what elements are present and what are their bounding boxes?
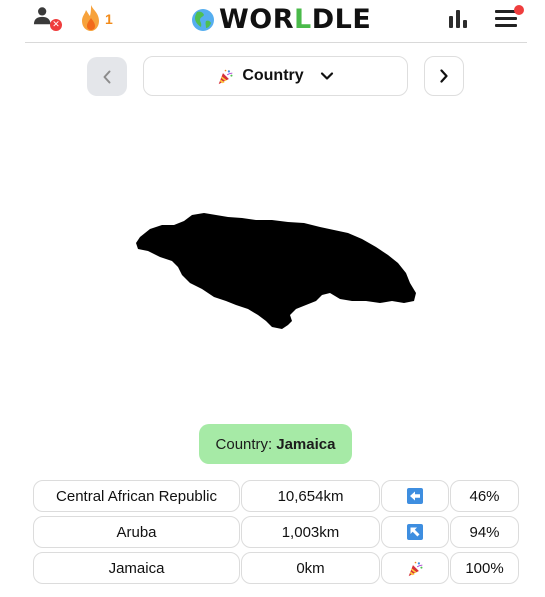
signed-out-badge-icon: ✕ <box>50 19 62 31</box>
guess-direction <box>381 480 449 512</box>
left-arrow-icon <box>407 488 423 504</box>
guess-country: Aruba <box>33 516 240 548</box>
guess-country: Central African Republic <box>33 480 240 512</box>
chevron-right-icon <box>440 69 448 83</box>
answer-reveal: Country: Jamaica <box>199 424 352 464</box>
up-left-arrow-icon <box>407 524 423 540</box>
globe-icon <box>192 8 214 31</box>
chevron-left-icon <box>103 70 111 83</box>
chevron-down-icon <box>320 72 333 80</box>
guess-distance: 10,654km <box>241 480 380 512</box>
previous-mode-button[interactable] <box>87 57 127 96</box>
guess-row: Jamaica 0km 100% <box>33 552 519 584</box>
answer-country: Jamaica <box>276 435 336 453</box>
hamburger-menu-icon[interactable] <box>495 5 524 28</box>
guess-direction <box>381 552 449 584</box>
answer-prefix: Country: <box>215 435 273 453</box>
account-button[interactable]: ✕ <box>33 5 62 31</box>
party-popper-icon <box>219 69 233 84</box>
guess-country: Jamaica <box>33 552 240 584</box>
top-header: ✕ 1 WORLDLE <box>25 0 527 43</box>
header-left-group: ✕ 1 <box>33 4 113 32</box>
guess-direction <box>381 516 449 548</box>
flame-icon <box>82 5 99 31</box>
country-silhouette <box>136 213 416 329</box>
streak-count: 1 <box>105 11 113 27</box>
notification-dot <box>514 5 524 15</box>
bar-chart-icon[interactable] <box>449 10 467 28</box>
next-mode-button[interactable] <box>424 56 464 96</box>
game-mode-dropdown[interactable]: Country <box>143 56 408 96</box>
logo-text: WORLDLE <box>219 4 372 35</box>
guess-table: Central African Republic 10,654km 46% Ar… <box>33 480 519 588</box>
streak-indicator[interactable]: 1 <box>79 4 113 32</box>
guess-distance: 0km <box>241 552 380 584</box>
guess-distance: 1,003km <box>241 516 380 548</box>
party-popper-icon <box>408 561 422 576</box>
guess-proximity: 94% <box>450 516 519 548</box>
mode-label: Country <box>242 67 304 84</box>
guess-row: Aruba 1,003km 94% <box>33 516 519 548</box>
guess-proximity: 100% <box>450 552 519 584</box>
header-right-group <box>449 5 524 28</box>
worldle-logo[interactable]: WORLDLE <box>191 4 371 35</box>
guess-proximity: 46% <box>450 480 519 512</box>
guess-row: Central African Republic 10,654km 46% <box>33 480 519 512</box>
